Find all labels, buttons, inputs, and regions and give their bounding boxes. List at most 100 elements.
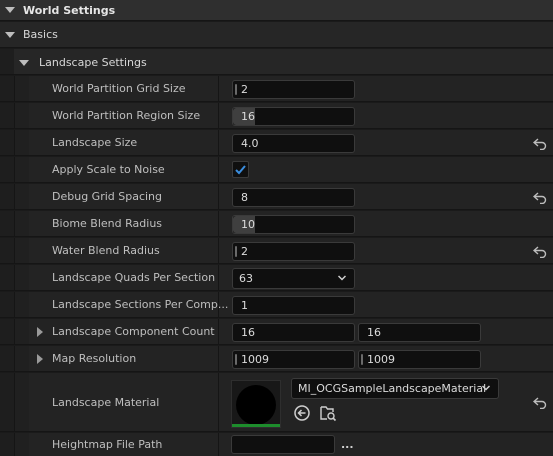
property-label: Landscape Component Count <box>52 325 215 338</box>
property-label: Water Blend Radius <box>52 244 160 257</box>
property-row-map-resolution: Map Resolution 1009 1009 <box>0 346 553 372</box>
chevron-down-icon <box>5 7 15 13</box>
column-splitter[interactable] <box>218 265 219 290</box>
indent-guide <box>14 292 29 317</box>
indent-guide <box>14 157 29 182</box>
property-label: Debug Grid Spacing <box>52 190 163 203</box>
column-splitter[interactable] <box>218 103 219 128</box>
use-selected-asset-icon[interactable] <box>293 404 311 422</box>
property-row-heightmap: Heightmap File Path ... <box>0 433 553 456</box>
reset-arrow-icon[interactable] <box>533 395 547 409</box>
column-splitter[interactable] <box>218 238 219 263</box>
reset-arrow-icon[interactable] <box>533 136 547 150</box>
indent-guide <box>0 292 14 317</box>
property-row-grid-size: World Partition Grid Size 2 <box>0 76 553 102</box>
indent-guide <box>0 103 14 128</box>
column-splitter[interactable] <box>218 157 219 182</box>
grid-size-value: 2 <box>241 83 248 96</box>
column-splitter[interactable] <box>218 433 219 456</box>
property-row-debug-grid: Debug Grid Spacing 8 <box>0 184 553 210</box>
property-row-sections: Landscape Sections Per Comp... 1 <box>0 292 553 318</box>
indent-guide <box>14 346 29 371</box>
category-basics-label: Basics <box>23 28 58 41</box>
material-asset-name: MI_OCGSampleLandscapeMaterial <box>298 382 487 395</box>
apply-scale-checkbox[interactable] <box>232 161 249 178</box>
map-resolution-x-input[interactable]: 1009 <box>232 350 355 369</box>
property-row-apply-scale: Apply Scale to Noise <box>0 157 553 183</box>
drag-grip <box>235 84 237 95</box>
column-splitter[interactable] <box>218 373 219 431</box>
indent-guide <box>0 319 14 344</box>
property-row-quads: Landscape Quads Per Section 63 <box>0 265 553 291</box>
column-splitter[interactable] <box>218 346 219 371</box>
map-resolution-y-input[interactable]: 1009 <box>358 350 481 369</box>
column-splitter[interactable] <box>218 184 219 209</box>
heightmap-path-input[interactable] <box>231 435 335 454</box>
browse-asset-icon[interactable] <box>319 404 337 422</box>
property-label: Landscape Size <box>52 136 138 149</box>
property-label: World Partition Region Size <box>52 109 201 122</box>
indent-guide <box>14 76 29 101</box>
indent-guide <box>0 76 14 101</box>
quads-value: 63 <box>239 272 253 285</box>
category-world-settings-label: World Settings <box>23 3 116 17</box>
chevron-down-icon <box>482 385 490 391</box>
indent-guide <box>14 184 29 209</box>
chevron-right-icon[interactable] <box>37 353 43 364</box>
property-label: Landscape Quads Per Section <box>52 271 216 284</box>
indent-guide <box>0 238 14 263</box>
landscape-size-value: 4.0 <box>241 137 259 150</box>
chevron-down-icon <box>19 60 29 66</box>
details-panel: World Settings Basics Landscape Settings… <box>0 0 553 456</box>
sections-input[interactable]: 1 <box>232 296 355 315</box>
biome-blend-input[interactable]: 10 <box>232 215 355 234</box>
indent-guide <box>0 49 14 74</box>
property-label: Biome Blend Radius <box>52 217 163 230</box>
indent-guide <box>14 433 29 456</box>
quads-dropdown[interactable]: 63 <box>232 268 355 289</box>
property-label: Heightmap File Path <box>52 437 163 451</box>
component-count-y-value: 16 <box>367 326 381 339</box>
category-landscape-settings[interactable]: Landscape Settings <box>0 49 553 75</box>
component-count-y-input[interactable]: 16 <box>358 323 481 342</box>
component-count-x-value: 16 <box>241 326 255 339</box>
indent-guide <box>14 319 29 344</box>
indent-guide <box>14 211 29 236</box>
grid-size-input[interactable]: 2 <box>232 80 355 99</box>
region-size-value: 16 <box>241 110 255 123</box>
reset-arrow-icon[interactable] <box>533 244 547 258</box>
column-splitter[interactable] <box>218 76 219 101</box>
column-splitter[interactable] <box>218 211 219 236</box>
indent-guide <box>0 346 14 371</box>
property-row-biome-blend: Biome Blend Radius 10 <box>0 211 553 237</box>
chevron-right-icon[interactable] <box>37 326 43 337</box>
indent-guide <box>0 265 14 290</box>
property-row-water-blend: Water Blend Radius 2 <box>0 238 553 264</box>
indent-guide <box>0 433 14 456</box>
debug-grid-value: 8 <box>241 191 248 204</box>
column-splitter[interactable] <box>218 319 219 344</box>
property-label: Map Resolution <box>52 352 137 365</box>
indent-guide <box>0 211 14 236</box>
indent-guide <box>14 130 29 155</box>
property-row-region-size: World Partition Region Size 16 <box>0 103 553 129</box>
region-size-input[interactable]: 16 <box>232 107 355 126</box>
category-basics[interactable]: Basics <box>0 22 553 48</box>
indent-guide <box>14 103 29 128</box>
component-count-x-input[interactable]: 16 <box>232 323 355 342</box>
reset-arrow-icon[interactable] <box>533 190 547 204</box>
property-row-component-count: Landscape Component Count 16 16 <box>0 319 553 345</box>
property-label: Landscape Material <box>52 395 160 409</box>
material-preview-sphere <box>236 385 276 425</box>
browse-file-button[interactable]: ... <box>341 438 354 451</box>
category-world-settings[interactable]: World Settings <box>0 0 553 21</box>
property-label: Landscape Sections Per Comp... <box>52 298 229 311</box>
landscape-size-input[interactable]: 4.0 <box>232 134 355 153</box>
indent-guide <box>14 265 29 290</box>
material-thumbnail[interactable] <box>231 380 281 428</box>
material-asset-picker[interactable]: MI_OCGSampleLandscapeMaterial <box>291 378 499 399</box>
debug-grid-input[interactable]: 8 <box>232 188 355 207</box>
column-splitter[interactable] <box>218 130 219 155</box>
chevron-down-icon <box>5 31 15 38</box>
water-blend-input[interactable]: 2 <box>232 242 355 261</box>
